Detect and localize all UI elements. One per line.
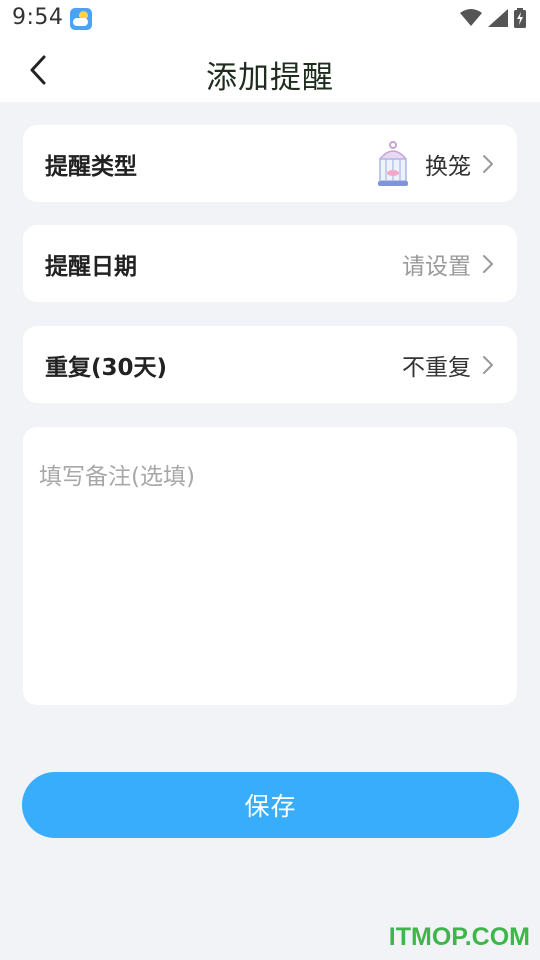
chevron-right-icon [483,355,493,374]
repeat-row[interactable]: 重复(30天) 不重复 [23,326,517,403]
status-time: 9:54 [12,5,64,30]
cellular-signal-icon [488,9,508,27]
watermark: ITMOP.COM [388,923,530,951]
page-title: 添加提醒 [206,60,334,96]
repeat-card: 重复(30天) 不重复 [23,326,517,403]
chevron-right-icon [483,154,493,173]
chevron-right-icon [483,254,493,273]
reminder-date-label: 提醒日期 [45,253,137,280]
bird-cage-icon [378,140,408,186]
repeat-value: 不重复 [402,354,471,381]
reminder-date-row[interactable]: 提醒日期 请设置 [23,225,517,302]
reminder-date-value: 请设置 [402,253,471,280]
weather-app-icon [70,8,92,30]
reminder-type-value: 换笼 [425,153,471,180]
status-icons [460,8,526,28]
wifi-icon [460,9,482,26]
reminder-type-card: 提醒类型 换笼 [23,125,517,202]
header: 添加提醒 [0,38,540,102]
repeat-label: 重复(30天) [45,354,168,381]
reminder-type-label: 提醒类型 [45,153,137,180]
status-bar: 9:54 [0,0,540,38]
reminder-date-card: 提醒日期 请设置 [23,225,517,302]
notes-input[interactable] [39,457,501,675]
battery-charging-icon [514,8,526,28]
notes-card [23,427,517,705]
save-button[interactable]: 保存 [22,772,519,838]
reminder-type-row[interactable]: 提醒类型 换笼 [23,125,517,202]
